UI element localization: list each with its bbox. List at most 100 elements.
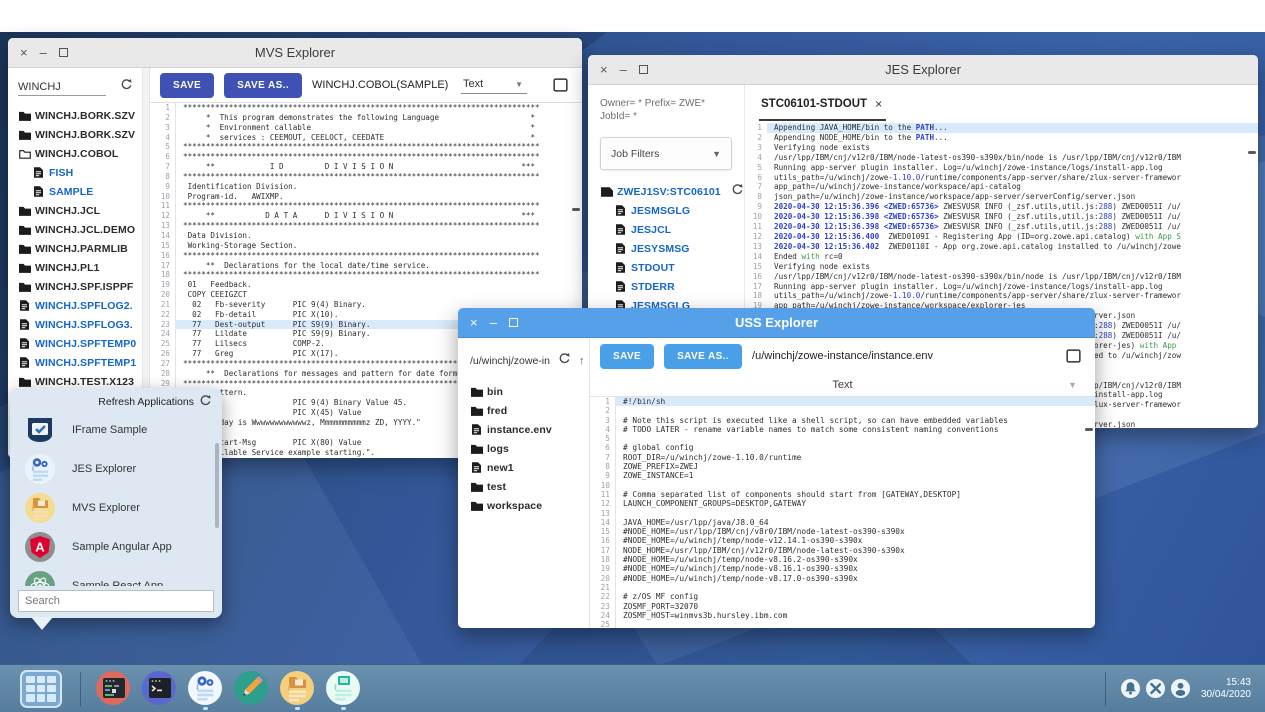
- launcher-app-iframe-sample[interactable]: IFrame Sample: [10, 410, 222, 449]
- save-button[interactable]: SAVE: [160, 73, 214, 98]
- tree-item[interactable]: bin: [470, 382, 589, 401]
- launcher-scrollbar[interactable]: [215, 443, 219, 528]
- folder-icon: [470, 482, 483, 492]
- tree-item[interactable]: JESYSMSG: [600, 239, 736, 258]
- tree-item[interactable]: ZWEJ1SV:STC06101: [600, 182, 736, 201]
- taskbar-pencil-editor-icon[interactable]: [233, 670, 269, 710]
- app-label: Sample Angular App: [72, 541, 172, 553]
- tree-item[interactable]: logs: [470, 439, 589, 458]
- line-number: 11: [745, 222, 767, 232]
- line-text: Ended with rc=0: [767, 252, 1258, 262]
- line-text: Program-id. AWIXMP.: [176, 192, 582, 202]
- tree-item[interactable]: STDOUT: [600, 258, 736, 277]
- system-tray: [1120, 678, 1191, 699]
- tree-item[interactable]: WINCHJ.SPFTEMP0: [18, 334, 149, 353]
- tree-item[interactable]: WINCHJ.JCL.DEMO: [18, 220, 149, 239]
- editor-scrollbar-thumb[interactable]: [1085, 428, 1093, 431]
- editor-scrollbar-thumb[interactable]: [1248, 151, 1256, 154]
- uss-titlebar[interactable]: × – USS Explorer: [458, 308, 1095, 338]
- minimize-icon[interactable]: –: [620, 63, 627, 76]
- taskbar-jes-gears-icon[interactable]: [187, 670, 223, 710]
- close-icon[interactable]: ×: [470, 316, 478, 329]
- tree-item[interactable]: WINCHJ.SPF.ISPPF: [18, 277, 149, 296]
- refresh-icon[interactable]: [558, 352, 571, 370]
- maximize-icon[interactable]: [509, 318, 518, 327]
- tree-item[interactable]: new1: [470, 458, 589, 477]
- tree-item[interactable]: test: [470, 477, 589, 496]
- spool-file-tab[interactable]: STC06101-STDOUT ×: [759, 95, 886, 121]
- open-in-new-icon[interactable]: [1066, 349, 1081, 363]
- dataset-filter-input[interactable]: [18, 79, 106, 96]
- tree-item[interactable]: workspace: [470, 496, 589, 515]
- refresh-icon[interactable]: [731, 183, 744, 201]
- tree-item[interactable]: WINCHJ.SPFLOG3.: [18, 315, 149, 334]
- line-number: 3: [150, 123, 176, 133]
- syntax-mode-select[interactable]: Text ▼: [461, 76, 527, 94]
- line-number: 1: [150, 103, 176, 113]
- refresh-applications-label[interactable]: Refresh Applications: [98, 396, 194, 408]
- refresh-icon[interactable]: [199, 394, 212, 410]
- tree-item[interactable]: fred: [470, 401, 589, 420]
- code-line: 20 COPY CEEIGZCT: [150, 290, 582, 300]
- minimize-icon[interactable]: –: [40, 46, 47, 59]
- taskbar-terminal-icon[interactable]: [141, 670, 177, 710]
- minimize-icon[interactable]: –: [490, 316, 497, 329]
- up-directory-icon[interactable]: ↑: [579, 355, 585, 367]
- tools-icon[interactable]: [1145, 678, 1166, 699]
- refresh-icon[interactable]: [120, 78, 133, 96]
- code-line: 14 Data Division.: [150, 231, 582, 241]
- code-line: 7 ** I D D I V I S I O N ***: [150, 162, 582, 172]
- editor-scrollbar-thumb[interactable]: [572, 208, 580, 211]
- tree-item[interactable]: JESMSGLG: [600, 201, 736, 220]
- line-number: 23: [590, 602, 616, 611]
- tree-item[interactable]: WINCHJ.JCL: [18, 201, 149, 220]
- taskbar-uss-dataset-icon[interactable]: [325, 670, 361, 710]
- tree-item[interactable]: WINCHJ.COBOL: [18, 144, 149, 163]
- save-as-button[interactable]: SAVE AS..: [664, 344, 742, 369]
- uss-file-tree-panel: /u/winchj/zowe-in ↑ binfredinstance.envl…: [458, 338, 590, 628]
- app-search-input[interactable]: [18, 590, 214, 612]
- close-icon[interactable]: ×: [600, 63, 608, 76]
- job-filters-accordion[interactable]: Job Filters ▼: [600, 137, 732, 170]
- user-icon[interactable]: [1170, 678, 1191, 699]
- app-launcher-button[interactable]: [20, 670, 62, 708]
- taskbar-mvs-folder-icon[interactable]: [279, 670, 315, 710]
- tree-item[interactable]: FISH: [18, 163, 149, 182]
- line-text: 2020-04-30 12:15:36.398 <ZWED:65736> ZWE…: [767, 222, 1258, 232]
- tree-item[interactable]: WINCHJ.BORK.SZV: [18, 125, 149, 144]
- close-icon[interactable]: ×: [875, 97, 882, 111]
- uss-code-area[interactable]: 1#!/bin/sh2 3# Note this script is execu…: [590, 396, 1095, 628]
- maximize-icon[interactable]: [639, 65, 648, 74]
- tree-item[interactable]: WINCHJ.SPFTEMP1: [18, 353, 149, 372]
- tree-item[interactable]: WINCHJ.SPFLOG2.: [18, 296, 149, 315]
- tree-item[interactable]: WINCHJ.PARMLIB: [18, 239, 149, 258]
- save-button[interactable]: SAVE: [600, 344, 654, 369]
- line-text: ZOWE_INSTANCE=1: [616, 471, 1095, 480]
- line-number: 5: [150, 142, 176, 152]
- code-line: 5Running app-server plugin installer. Lo…: [745, 163, 1258, 173]
- launcher-app-sample-react-app[interactable]: Sample React App: [10, 566, 222, 586]
- mvs-titlebar[interactable]: × – MVS Explorer: [8, 38, 582, 68]
- tree-item[interactable]: WINCHJ.PL1: [18, 258, 149, 277]
- tree-item[interactable]: WINCHJ.BORK.SZV: [18, 106, 149, 125]
- open-in-new-icon[interactable]: [553, 78, 568, 92]
- close-icon[interactable]: ×: [20, 46, 28, 59]
- maximize-icon[interactable]: [59, 48, 68, 57]
- code-line: 8json_path=/u/winchj/zowe-instance/works…: [745, 192, 1258, 202]
- uss-path-input[interactable]: /u/winchj/zowe-in: [470, 355, 550, 367]
- launcher-app-mvs-explorer[interactable]: MVS Explorer: [10, 488, 222, 527]
- job-filter-summary: Owner= * Prefix= ZWE* JobId= *: [600, 97, 730, 123]
- line-number: 22: [150, 310, 176, 320]
- save-as-button[interactable]: SAVE AS..: [224, 73, 302, 98]
- launcher-app-jes-explorer[interactable]: JES Explorer: [10, 449, 222, 488]
- launcher-app-sample-angular-app[interactable]: ASample Angular App: [10, 527, 222, 566]
- tree-item[interactable]: STDERR: [600, 277, 736, 296]
- tree-item[interactable]: JESJCL: [600, 220, 736, 239]
- jes-titlebar[interactable]: × – JES Explorer: [588, 55, 1258, 85]
- taskbar-red-editor-icon[interactable]: [95, 670, 131, 710]
- line-text: ****************************************…: [176, 152, 582, 162]
- tree-item[interactable]: SAMPLE: [18, 182, 149, 201]
- syntax-mode-select[interactable]: Text ▼: [590, 374, 1095, 396]
- bell-icon[interactable]: [1120, 678, 1141, 699]
- tree-item[interactable]: instance.env: [470, 420, 589, 439]
